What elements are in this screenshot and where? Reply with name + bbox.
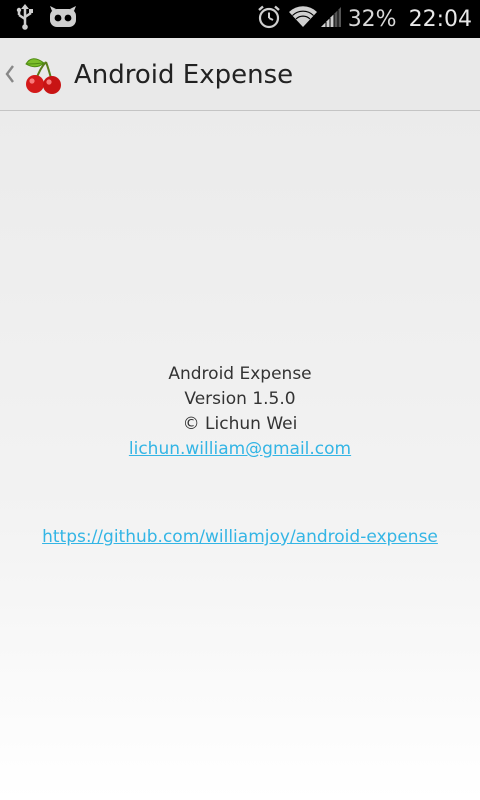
repo-link-container: https://github.com/williamjoy/android-ex… [0, 525, 480, 550]
action-bar-title: Android Expense [74, 60, 294, 90]
email-link[interactable]: lichun.william@gmail.com [129, 439, 351, 459]
status-notification-icons [16, 3, 78, 35]
about-content: Android Expense Version 1.5.0 © Lichun W… [0, 111, 480, 800]
app-name-text: Android Expense [168, 364, 312, 384]
cyanogenmod-icon [48, 5, 78, 34]
alarm-icon [256, 4, 282, 35]
about-info: Android Expense Version 1.5.0 © Lichun W… [0, 362, 480, 462]
up-caret-icon [4, 62, 16, 86]
signal-icon [320, 5, 342, 34]
cherry-icon [22, 54, 64, 96]
version-text: Version 1.5.0 [184, 389, 296, 409]
github-repo-link[interactable]: https://github.com/williamjoy/android-ex… [42, 527, 438, 547]
action-bar: Android Expense [0, 38, 480, 111]
clock: 22:04 [408, 6, 472, 32]
battery-percentage: 32% [347, 6, 397, 32]
status-system-icons: 32% 22:04 [256, 0, 472, 38]
copyright-text: © Lichun Wei [182, 414, 298, 434]
status-bar: 32% 22:04 [0, 0, 480, 38]
usb-icon [16, 3, 34, 35]
wifi-icon [288, 5, 318, 34]
